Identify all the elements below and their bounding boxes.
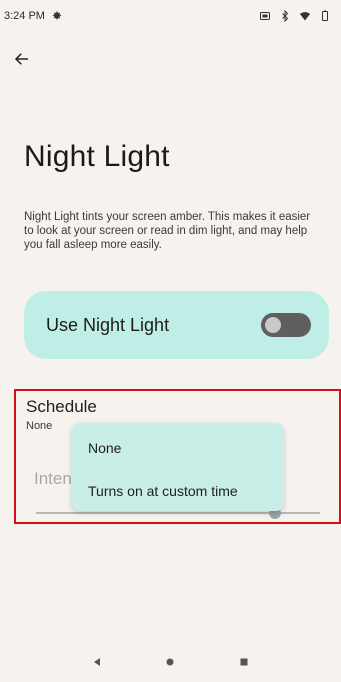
nav-home-button[interactable] xyxy=(158,652,182,676)
bluetooth-icon xyxy=(279,9,291,23)
navigation-bar xyxy=(0,646,341,682)
schedule-dropdown: None Turns on at custom time xyxy=(72,423,284,511)
toggle-label: Use Night Light xyxy=(46,314,170,335)
dropdown-option-none[interactable]: None xyxy=(88,440,121,456)
status-left: 3:24 PM xyxy=(4,10,63,22)
dropdown-option-custom-time[interactable]: Turns on at custom time xyxy=(88,483,238,499)
status-right xyxy=(259,9,331,23)
recents-square-icon xyxy=(238,655,250,673)
back-button[interactable] xyxy=(6,45,38,77)
status-bar: 3:24 PM xyxy=(0,0,341,32)
page-title: Night Light xyxy=(24,140,170,173)
use-night-light-toggle-card[interactable]: Use Night Light xyxy=(24,291,329,359)
schedule-title[interactable]: Schedule xyxy=(26,397,97,417)
cast-icon xyxy=(259,10,271,22)
status-time: 3:24 PM xyxy=(4,10,45,22)
gear-icon xyxy=(51,10,63,22)
nav-recents-button[interactable] xyxy=(232,652,256,676)
page-description: Night Light tints your screen amber. Thi… xyxy=(24,211,311,251)
battery-icon xyxy=(319,10,331,22)
back-triangle-icon xyxy=(91,655,103,673)
schedule-value: None xyxy=(26,420,53,432)
wifi-icon xyxy=(299,10,311,22)
home-circle-icon xyxy=(164,655,176,673)
switch-knob xyxy=(265,317,281,333)
arrow-left-icon xyxy=(13,50,31,73)
night-light-switch[interactable] xyxy=(261,313,311,337)
nav-back-button[interactable] xyxy=(85,652,109,676)
